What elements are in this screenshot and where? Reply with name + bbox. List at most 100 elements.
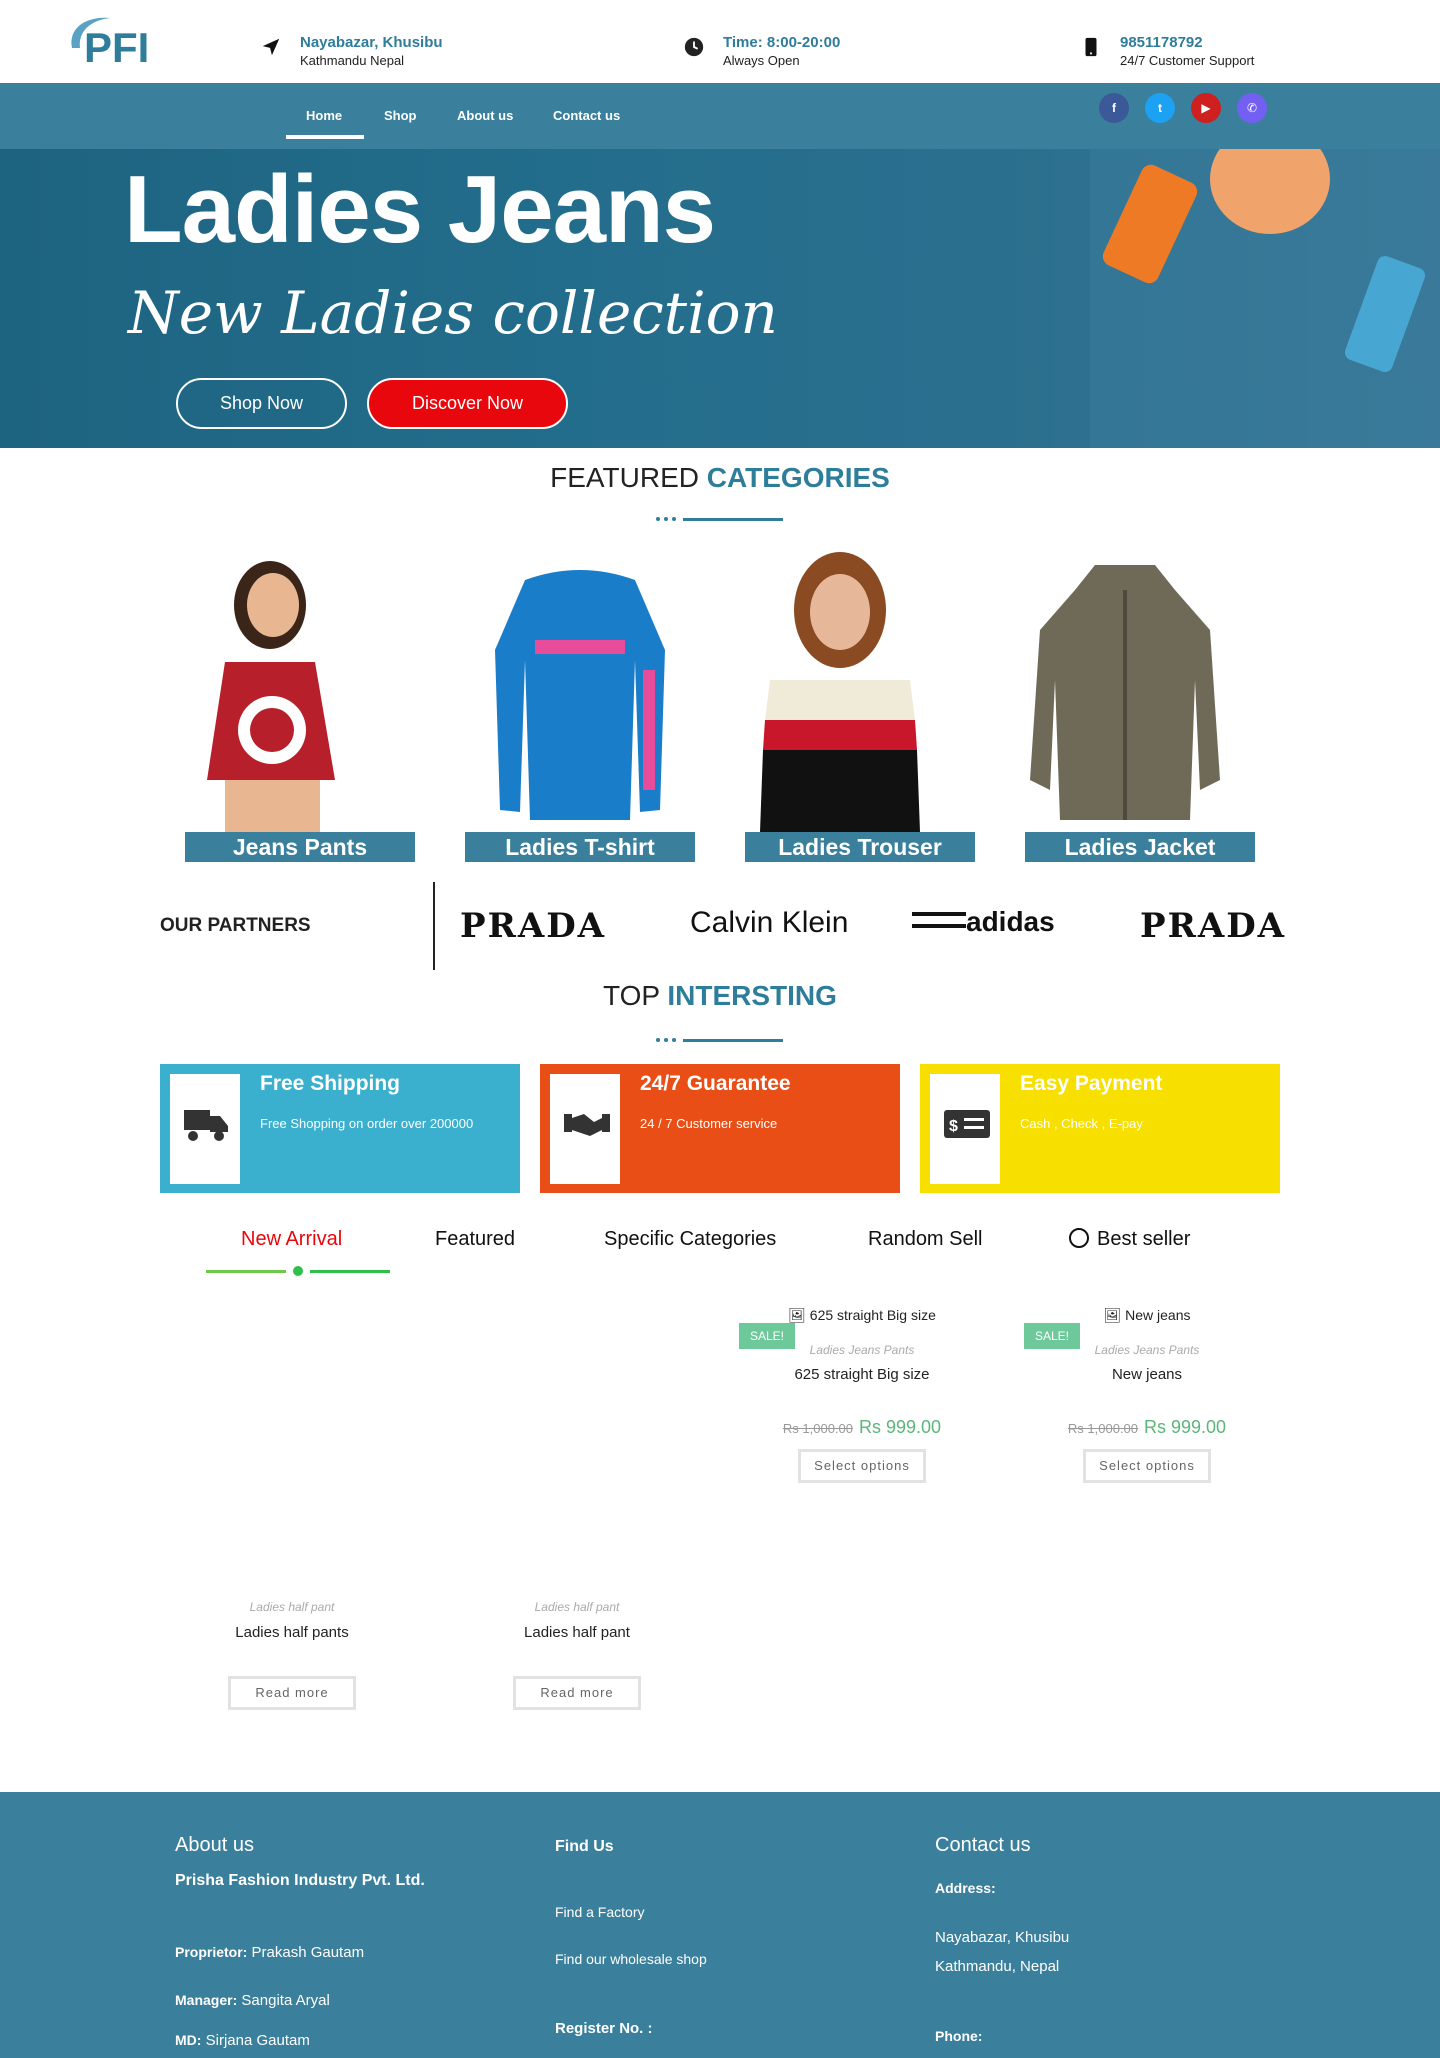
footer-md-name: Sirjana Gautam xyxy=(205,2032,310,2049)
feature-subtitle: Free Shopping on order over 200000 xyxy=(260,1116,474,1131)
payment-check-icon: $ xyxy=(944,1110,990,1138)
product-name[interactable]: Ladies half pants xyxy=(187,1624,397,1641)
featured-title-accent: CATEGORIES xyxy=(706,462,890,493)
category-ladies-jacket[interactable]: Ladies Jacket xyxy=(1025,550,1255,862)
feature-title: Free Shipping xyxy=(260,1072,401,1095)
footer-link-find-factory[interactable]: Find a Factory xyxy=(555,1904,644,1920)
footer-company-name: Prisha Fashion Industry Pvt. Ltd. xyxy=(175,1872,425,1889)
feature-icon-box xyxy=(550,1074,620,1184)
nav-item-shop[interactable]: Shop xyxy=(384,83,417,149)
footer-phone-label: Phone: xyxy=(935,2028,983,2044)
site-logo[interactable]: PFI xyxy=(66,12,160,71)
product-image-broken[interactable]: 🖼 New jeans xyxy=(1042,1307,1252,1324)
select-options-button[interactable]: Select options xyxy=(1083,1449,1211,1483)
category-ladies-trouser[interactable]: Ladies Trouser xyxy=(745,550,975,862)
nav-item-about[interactable]: About us xyxy=(457,83,513,149)
hero-subtitle: New Ladies collection xyxy=(128,279,778,347)
footer-md: MD: Sirjana Gautam xyxy=(175,2032,310,2049)
footer-address-line1: Nayabazar, Khusibu xyxy=(935,1929,1070,1946)
feature-icon-box xyxy=(170,1074,240,1184)
category-ladies-tshirt[interactable]: Ladies T-shirt xyxy=(465,550,695,862)
phone-info: 9851178792 24/7 Customer Support xyxy=(1080,34,1254,70)
footer-address-line2: Kathmandu, Nepal xyxy=(935,1958,1060,1975)
viber-icon[interactable]: ✆ xyxy=(1237,93,1267,123)
product-category[interactable]: Ladies half pant xyxy=(472,1600,682,1614)
phone-support-label: 24/7 Customer Support xyxy=(1120,53,1255,68)
product-category[interactable]: Ladies Jeans Pants xyxy=(757,1343,967,1357)
brand-logo-calvin-klein[interactable]: Calvin Klein xyxy=(690,906,848,940)
product-image-alt: New jeans xyxy=(1125,1307,1191,1323)
product-name[interactable]: New jeans xyxy=(1042,1366,1252,1383)
footer-md-label: MD: xyxy=(175,2032,202,2048)
nav-active-underline xyxy=(286,135,364,139)
brand-logo-adidas[interactable]: adidas xyxy=(912,906,1055,938)
location-info: Nayabazar, Khusibu Kathmandu Nepal xyxy=(260,34,443,70)
product-price: Rs 1,000.00 Rs 999.00 xyxy=(1042,1417,1252,1438)
product-name[interactable]: 625 straight Big size xyxy=(757,1366,967,1383)
category-jeans-pants[interactable]: Jeans Pants xyxy=(185,550,415,862)
product-card[interactable]: Ladies half pant Ladies half pants Read … xyxy=(187,1600,397,1712)
select-options-button[interactable]: Select options xyxy=(798,1449,926,1483)
hero-fabric-image xyxy=(1090,149,1440,448)
tab-active-indicator xyxy=(206,1266,390,1276)
product-card[interactable]: 🖼 625 straight Big size SALE! Ladies Jea… xyxy=(739,1307,967,1487)
feature-easy-payment: $ Easy Payment Cash , Check , E-pay xyxy=(920,1064,1280,1193)
brand-logo-prada[interactable]: PRADA xyxy=(460,906,606,946)
feature-subtitle: Cash , Check , E-pay xyxy=(1020,1116,1143,1131)
hours-line2: Always Open xyxy=(723,53,800,68)
product-name[interactable]: Ladies half pant xyxy=(472,1624,682,1641)
read-more-button[interactable]: Read more xyxy=(228,1676,356,1710)
partners-divider xyxy=(433,882,435,970)
footer-address-label: Address: xyxy=(935,1880,996,1896)
hours-line1: Time: 8:00-20:00 xyxy=(723,34,841,51)
footer-find-title: Find Us xyxy=(555,1838,614,1855)
adidas-stripes-icon xyxy=(912,912,966,928)
discover-now-button[interactable]: Discover Now xyxy=(367,378,568,429)
globe-icon xyxy=(1069,1228,1089,1248)
product-category[interactable]: Ladies Jeans Pants xyxy=(1042,1343,1252,1357)
hours-info: Time: 8:00-20:00 Always Open xyxy=(683,34,840,70)
tab-best-seller-label: Best seller xyxy=(1097,1228,1191,1250)
phone-number[interactable]: 9851178792 xyxy=(1120,34,1254,52)
product-old-price: Rs 1,000.00 xyxy=(1067,1421,1139,1436)
broken-image-icon: 🖼 xyxy=(1103,1307,1122,1323)
nav-item-home[interactable]: Home xyxy=(306,83,342,149)
tab-random-sell[interactable]: Random Sell xyxy=(868,1228,983,1251)
tab-featured[interactable]: Featured xyxy=(435,1228,515,1251)
handshake-icon xyxy=(564,1114,610,1136)
tab-best-seller[interactable]: Best seller xyxy=(1069,1228,1190,1251)
product-card[interactable]: Ladies half pant Ladies half pant Read m… xyxy=(472,1600,682,1712)
category-label: Ladies Trouser xyxy=(745,832,975,862)
top-bar: PFI Nayabazar, Khusibu Kathmandu Nepal T… xyxy=(0,0,1440,83)
footer-contact-title: Contact us xyxy=(935,1834,1031,1856)
footer-manager: Manager: Sangita Aryal xyxy=(175,1992,330,2009)
location-line1: Nayabazar, Khusibu xyxy=(300,34,443,51)
product-price: Rs 1,000.00 Rs 999.00 xyxy=(757,1417,967,1438)
category-image xyxy=(1030,565,1220,820)
tab-specific-categories[interactable]: Specific Categories xyxy=(604,1228,776,1251)
feature-subtitle: 24 / 7 Customer service xyxy=(640,1116,778,1131)
read-more-button[interactable]: Read more xyxy=(513,1676,641,1710)
tab-new-arrival[interactable]: New Arrival xyxy=(241,1228,342,1251)
section-divider xyxy=(656,1038,783,1042)
footer-link-wholesale-shop[interactable]: Find our wholesale shop xyxy=(555,1951,707,1967)
product-card[interactable]: 🖼 New jeans SALE! Ladies Jeans Pants New… xyxy=(1024,1307,1252,1487)
broken-image-icon: 🖼 xyxy=(788,1307,806,1323)
facebook-icon[interactable]: f xyxy=(1099,93,1129,123)
category-image xyxy=(760,552,920,832)
youtube-icon[interactable]: ▶ xyxy=(1191,93,1221,123)
footer-proprietor-name: Prakash Gautam xyxy=(251,1944,365,1961)
hero-title: Ladies Jeans xyxy=(124,156,716,263)
shop-now-button[interactable]: Shop Now xyxy=(176,378,347,429)
nav-item-contact[interactable]: Contact us xyxy=(553,83,620,149)
section-divider xyxy=(656,517,783,521)
product-image-broken[interactable]: 🖼 625 straight Big size xyxy=(757,1307,967,1324)
product-category[interactable]: Ladies half pant xyxy=(187,1600,397,1614)
feature-title: 24/7 Guarantee xyxy=(640,1072,791,1095)
top-interesting-title: TOP INTERSTING xyxy=(0,980,1440,1012)
svg-text:$: $ xyxy=(949,1118,958,1135)
product-old-price: Rs 1,000.00 xyxy=(782,1421,854,1436)
footer-manager-name: Sangita Aryal xyxy=(241,1992,330,2009)
brand-logo-prada-2[interactable]: PRADA xyxy=(1140,906,1286,946)
twitter-icon[interactable]: t xyxy=(1145,93,1175,123)
